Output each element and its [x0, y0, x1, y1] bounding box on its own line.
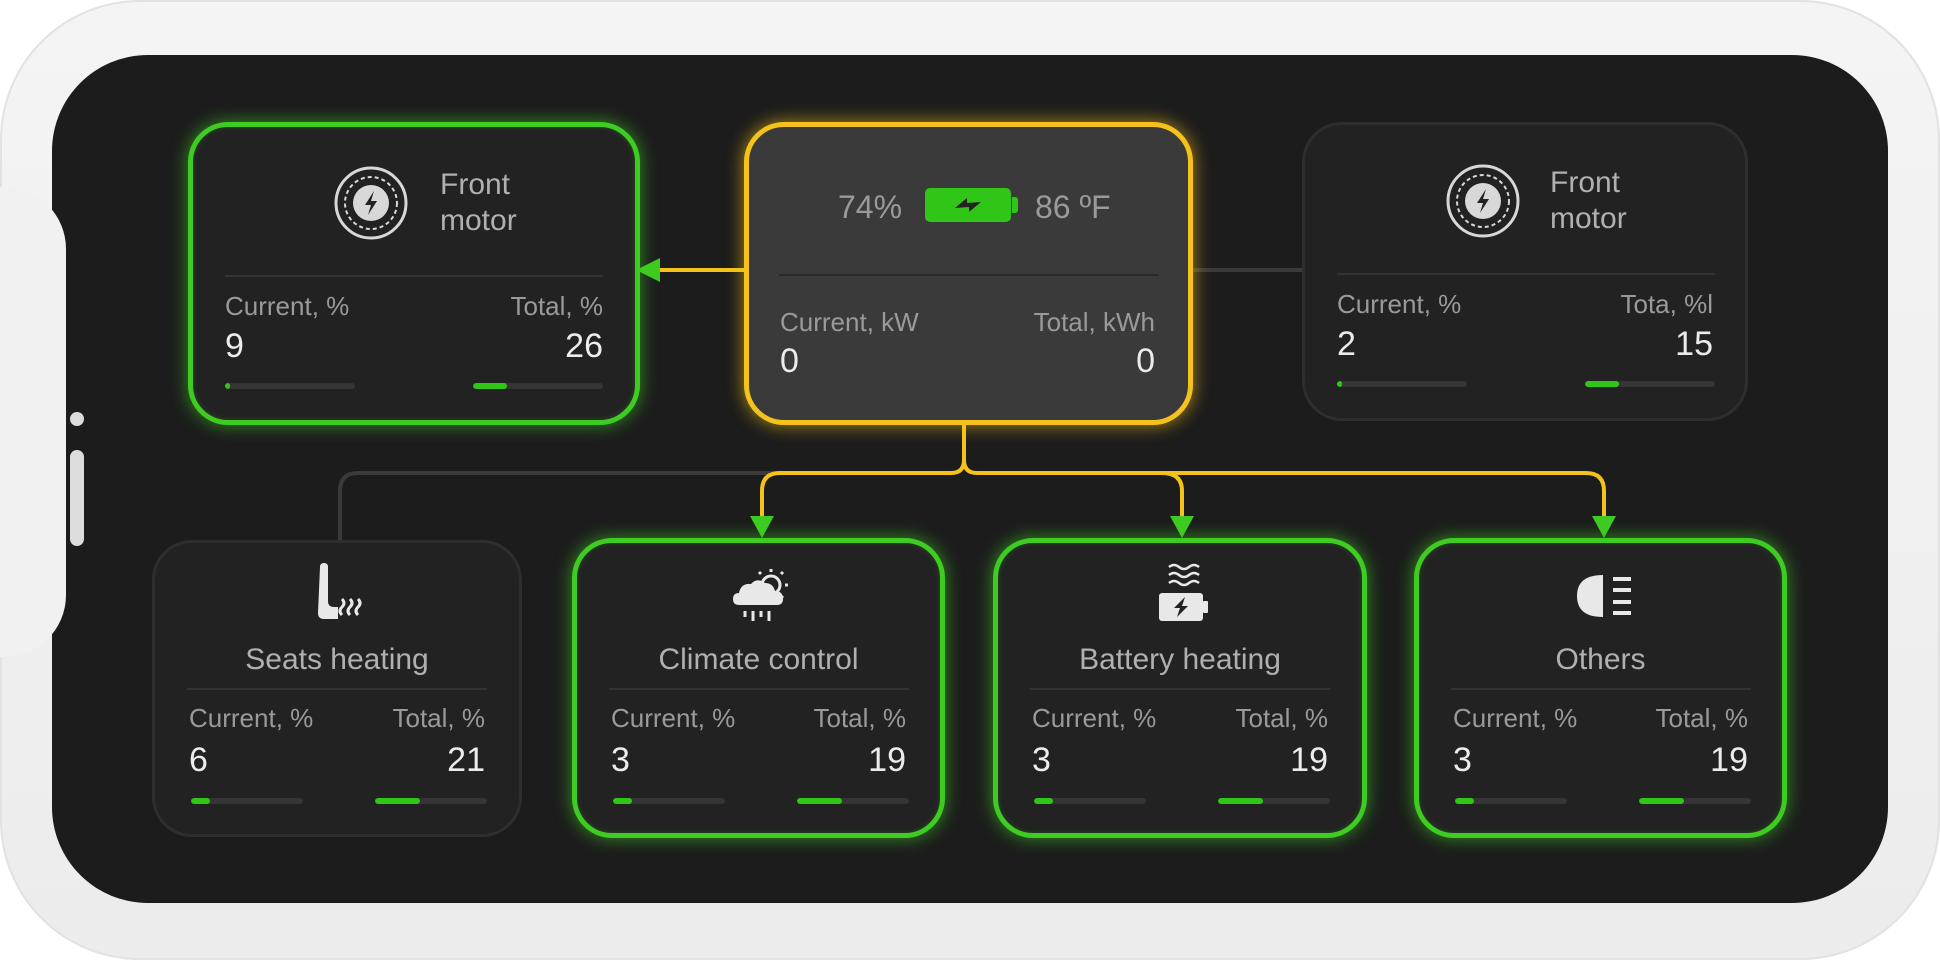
- current-value: 3: [1032, 741, 1051, 779]
- front-motor-card-right[interactable]: Front motor Current, % Tota, %l 2 15: [1302, 122, 1748, 421]
- current-value: 6: [189, 741, 208, 779]
- battery-heating-icon: [1159, 563, 1208, 621]
- connector-hub-seats: [338, 471, 940, 540]
- current-bar: [1455, 798, 1567, 804]
- card-title: Climate control: [658, 643, 859, 676]
- current-bar-fill: [191, 798, 211, 804]
- bolt-icon: [955, 198, 981, 212]
- current-value: 2: [1337, 325, 1356, 363]
- title-line-1: Front: [440, 168, 511, 201]
- total-value: 26: [565, 327, 603, 365]
- divider: [187, 688, 487, 690]
- total-value: 19: [1710, 741, 1748, 779]
- card-title: Front motor: [1550, 165, 1627, 237]
- total-bar: [1218, 798, 1330, 804]
- total-label: Total, %: [392, 703, 486, 733]
- arrow-battery-heating: [1170, 516, 1194, 538]
- total-label: Total, %: [1235, 703, 1329, 733]
- current-label: Current, %: [1453, 703, 1578, 733]
- current-bar-fill: [225, 383, 231, 389]
- front-motor-card-left[interactable]: Front motor Current, % Total, % 9 26: [188, 122, 640, 425]
- card-title: Front motor: [440, 167, 517, 239]
- total-label: Total, kWh: [1033, 307, 1155, 337]
- current-value: 3: [1453, 741, 1472, 779]
- arrow-climate: [750, 516, 774, 538]
- battery-hub-card[interactable]: 74% 86 ºF Current, kW Total, kWh 0 0: [744, 122, 1193, 425]
- divider: [609, 688, 909, 690]
- seats-heating-card[interactable]: Seats heating Current, % Total, % 6 21: [152, 540, 522, 837]
- total-label: Total, %: [1655, 703, 1749, 733]
- total-bar-fill: [1585, 381, 1619, 387]
- current-bar-fill: [1034, 798, 1054, 804]
- connector-hub-others: [1162, 471, 1606, 518]
- total-bar: [797, 798, 909, 804]
- current-label: Current, %: [189, 703, 314, 733]
- divider: [779, 274, 1159, 276]
- current-value: 0: [780, 342, 799, 380]
- connector-hub-battery-heating: [977, 471, 1184, 518]
- total-bar-fill: [375, 798, 420, 804]
- total-bar: [375, 798, 487, 804]
- total-bar-fill: [1639, 798, 1684, 804]
- divider: [1337, 273, 1715, 275]
- current-bar-fill: [1455, 798, 1475, 804]
- total-bar: [1639, 798, 1751, 804]
- climate-control-card[interactable]: Climate control Current, % Total, % 3 19: [572, 538, 945, 838]
- total-label: Tota, %l: [1620, 289, 1714, 319]
- total-value: 21: [447, 741, 485, 779]
- divider: [1451, 688, 1751, 690]
- total-label: Total, %: [813, 703, 907, 733]
- seat-heating-icon: [318, 563, 362, 619]
- motor-icon: [1446, 164, 1520, 238]
- current-bar-fill: [613, 798, 633, 804]
- arrow-others: [1592, 516, 1616, 538]
- total-label: Total, %: [510, 291, 604, 321]
- notch: [0, 187, 66, 657]
- current-value: 3: [611, 741, 630, 779]
- device-mockup: Front motor Current, % Total, % 9 26 74%…: [0, 0, 1940, 960]
- battery-heating-card[interactable]: Battery heating Current, % Total, % 3 19: [993, 538, 1367, 838]
- divider: [225, 275, 603, 277]
- title-line-2: motor: [440, 204, 517, 237]
- total-bar-fill: [1218, 798, 1263, 804]
- title-line-1: Front: [1550, 166, 1621, 199]
- current-bar: [225, 383, 355, 389]
- total-bar-fill: [473, 383, 507, 389]
- others-card[interactable]: Others Current, % Total, % 3 19: [1414, 538, 1787, 838]
- divider: [1030, 688, 1330, 690]
- current-bar: [613, 798, 725, 804]
- climate-icon: [733, 569, 788, 621]
- total-value: 19: [1290, 741, 1328, 779]
- battery-temperature: 86 ºF: [1035, 189, 1111, 225]
- total-value: 0: [1136, 342, 1155, 380]
- total-bar-fill: [797, 798, 842, 804]
- total-value: 15: [1675, 325, 1713, 363]
- current-label: Current, %: [1032, 703, 1157, 733]
- motor-icon: [334, 166, 408, 240]
- battery-charging-icon: [925, 188, 1011, 222]
- current-bar: [1034, 798, 1146, 804]
- title-line-2: motor: [1550, 202, 1627, 235]
- total-bar: [1585, 381, 1715, 387]
- current-value: 9: [225, 327, 244, 365]
- battery-charge: 74%: [838, 189, 903, 225]
- current-bar: [1337, 381, 1467, 387]
- card-title: Others: [1555, 643, 1646, 676]
- battery-cap: [1012, 197, 1018, 213]
- current-label: Current, %: [225, 291, 350, 321]
- current-label: Current, kW: [780, 307, 919, 337]
- card-title: Battery heating: [1079, 643, 1281, 676]
- current-label: Current, %: [1337, 289, 1462, 319]
- current-label: Current, %: [611, 703, 736, 733]
- connector-hub-climate: [760, 471, 951, 518]
- total-value: 19: [868, 741, 906, 779]
- total-bar: [473, 383, 603, 389]
- headlight-icon: [1577, 575, 1631, 617]
- card-title: Seats heating: [245, 643, 429, 676]
- current-bar-fill: [1337, 381, 1343, 387]
- current-bar: [191, 798, 303, 804]
- connector-hub-trunk: [950, 420, 966, 475]
